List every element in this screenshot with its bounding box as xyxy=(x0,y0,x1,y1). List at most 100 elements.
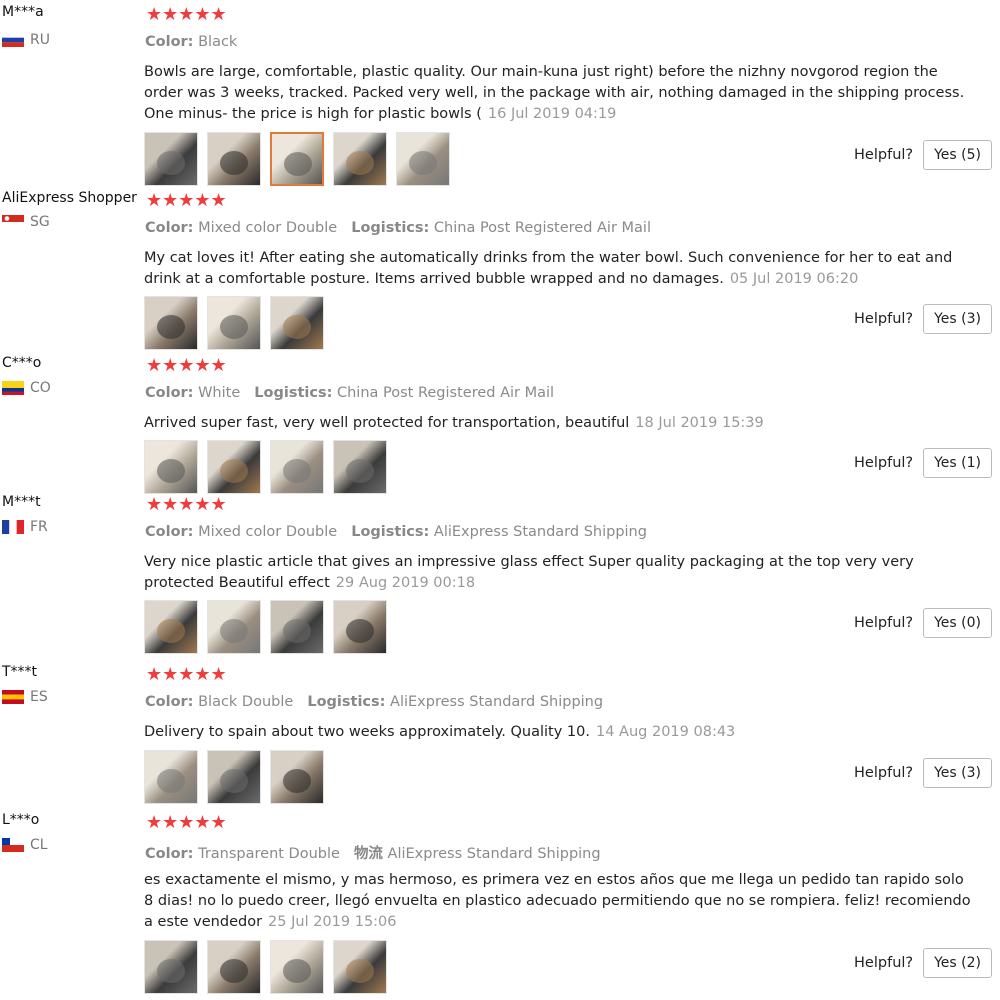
country-code: ES xyxy=(30,689,48,705)
reviewer-country: FR xyxy=(2,519,48,535)
review-meta: Color: Black xyxy=(145,34,237,50)
review-date: 05 Jul 2019 06:20 xyxy=(729,271,859,287)
helpful-label: Helpful? xyxy=(854,311,914,327)
review-text: Delivery to spain about two weeks approx… xyxy=(144,722,974,743)
review-photo-thumbnail[interactable] xyxy=(270,440,324,494)
review-text: Very nice plastic article that gives an … xyxy=(144,552,974,594)
review-photo-thumbnail[interactable] xyxy=(144,132,198,186)
meta-value: China Post Registered Air Mail xyxy=(433,220,651,236)
country-code: CO xyxy=(30,380,51,396)
meta-key: Color: xyxy=(145,34,194,50)
review-photo-thumbnail[interactable] xyxy=(207,296,261,350)
review-photo-thumbnail[interactable] xyxy=(207,440,261,494)
reviewer-country: SG xyxy=(2,214,50,230)
helpful-label: Helpful? xyxy=(854,147,914,163)
helpful-yes-button[interactable]: Yes (3) xyxy=(923,758,992,788)
reviewer-name: T***t xyxy=(2,664,38,680)
review-text: Bowls are large, comfortable, plastic qu… xyxy=(144,62,974,125)
meta-key: Color: xyxy=(145,694,194,710)
review-photo-thumbnail[interactable] xyxy=(333,600,387,654)
meta-value: AliExpress Standard Shipping xyxy=(390,694,604,710)
helpful-yes-button[interactable]: Yes (1) xyxy=(923,448,992,478)
star-rating: ★★★★★ xyxy=(146,812,227,833)
review-photo-thumbnail[interactable] xyxy=(207,750,261,804)
country-code: CL xyxy=(30,837,48,853)
review-body: Very nice plastic article that gives an … xyxy=(144,554,914,591)
reviewer-country: CO xyxy=(2,380,51,396)
review-photo-thumbnail[interactable] xyxy=(270,132,324,186)
review-meta: Color: Mixed color Double Logistics: Chin… xyxy=(145,220,651,236)
review-date: 29 Aug 2019 00:18 xyxy=(335,575,476,591)
review-photo-thumbnail[interactable] xyxy=(333,132,387,186)
review-photos xyxy=(144,440,396,494)
review-photos xyxy=(144,940,396,994)
meta-key: Logistics: xyxy=(254,385,333,401)
review-date: 16 Jul 2019 04:19 xyxy=(487,106,617,122)
meta-key: Color: xyxy=(145,524,194,540)
review-photo-thumbnail[interactable] xyxy=(270,296,324,350)
country-flag-icon xyxy=(2,838,24,852)
meta-key: Color: xyxy=(145,846,194,862)
country-code: FR xyxy=(30,519,48,535)
review-photo-thumbnail[interactable] xyxy=(207,600,261,654)
review-photo-thumbnail[interactable] xyxy=(207,940,261,994)
review-photo-thumbnail[interactable] xyxy=(270,600,324,654)
reviewer-name: M***a xyxy=(2,4,44,20)
helpful-yes-button[interactable]: Yes (5) xyxy=(923,140,992,170)
meta-key: Color: xyxy=(145,385,194,401)
review-text: es exactamente el mismo, y mas hermoso, … xyxy=(144,870,974,933)
meta-key: Color: xyxy=(145,220,194,236)
meta-value: Transparent Double xyxy=(198,846,340,862)
review-text: Arrived super fast, very well protected … xyxy=(144,413,974,434)
review-photo-thumbnail[interactable] xyxy=(333,440,387,494)
meta-key: Logistics: xyxy=(307,694,386,710)
reviewer-country: ES xyxy=(2,689,48,705)
helpful-vote: Helpful? Yes (5) xyxy=(854,140,992,170)
reviewer-name: C***o xyxy=(2,355,42,371)
review-photo-thumbnail[interactable] xyxy=(396,132,450,186)
reviewer-country: CL xyxy=(2,837,48,853)
review-meta: Color: Black Double Logistics: AliExpress… xyxy=(145,694,603,710)
helpful-yes-button[interactable]: Yes (2) xyxy=(923,948,992,978)
review-meta: Color: White Logistics: China Post Regist… xyxy=(145,385,554,401)
review-meta: Color: Mixed color Double Logistics: AliE… xyxy=(145,524,647,540)
reviewer-name: L***o xyxy=(2,812,40,828)
review-photo-thumbnail[interactable] xyxy=(207,132,261,186)
star-rating: ★★★★★ xyxy=(146,355,227,376)
review-photo-thumbnail[interactable] xyxy=(333,940,387,994)
review-body: Delivery to spain about two weeks approx… xyxy=(144,724,590,740)
review-photo-thumbnail[interactable] xyxy=(270,750,324,804)
review-date: 18 Jul 2019 15:39 xyxy=(635,415,764,431)
helpful-yes-button[interactable]: Yes (3) xyxy=(923,304,992,334)
country-flag-icon xyxy=(2,215,24,229)
star-rating: ★★★★★ xyxy=(146,4,227,25)
helpful-label: Helpful? xyxy=(854,455,914,471)
reviewer-name: AliExpress Shopper xyxy=(2,190,137,206)
review-photo-thumbnail[interactable] xyxy=(144,600,198,654)
review-meta: Color: Transparent Double 物流 AliExpress S… xyxy=(145,842,601,863)
review-photo-thumbnail[interactable] xyxy=(270,940,324,994)
helpful-vote: Helpful? Yes (0) xyxy=(854,608,992,638)
review-photos xyxy=(144,132,459,186)
star-rating: ★★★★★ xyxy=(146,494,227,515)
helpful-label: Helpful? xyxy=(854,765,914,781)
meta-value: Black xyxy=(198,34,238,50)
review-photo-thumbnail[interactable] xyxy=(144,940,198,994)
helpful-label: Helpful? xyxy=(854,955,914,971)
meta-value: AliExpress Standard Shipping xyxy=(387,846,601,862)
helpful-vote: Helpful? Yes (1) xyxy=(854,448,992,478)
helpful-label: Helpful? xyxy=(854,615,914,631)
helpful-vote: Helpful? Yes (3) xyxy=(854,304,992,334)
country-flag-icon xyxy=(2,381,24,395)
review-photo-thumbnail[interactable] xyxy=(144,296,198,350)
country-flag-icon xyxy=(2,33,24,47)
meta-value: White xyxy=(198,385,241,401)
meta-value: Mixed color Double xyxy=(198,524,338,540)
review-photo-thumbnail[interactable] xyxy=(144,440,198,494)
meta-value: China Post Registered Air Mail xyxy=(336,385,555,401)
meta-key: Logistics: xyxy=(351,524,430,540)
review-date: 14 Aug 2019 08:43 xyxy=(596,724,736,740)
helpful-yes-button[interactable]: Yes (0) xyxy=(923,608,992,638)
review-photo-thumbnail[interactable] xyxy=(144,750,198,804)
country-code: SG xyxy=(30,214,50,230)
